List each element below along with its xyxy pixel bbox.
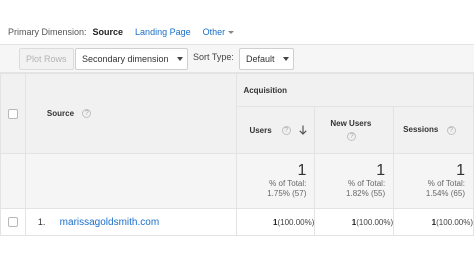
primary-dimension-source[interactable]: Source [93, 27, 124, 37]
row-users-pct: (100.00%) [277, 217, 315, 227]
dimension-header-label: Source [46, 108, 75, 118]
select-all-checkbox[interactable] [7, 108, 18, 119]
total-sessions-value: 1 [456, 162, 465, 179]
sort-type-dropdown[interactable]: Default [239, 48, 294, 70]
total-new-users-pct-label: % of Total: [347, 179, 386, 188]
row-sessions-pct: (100.00%) [436, 217, 473, 227]
primary-dimension-other[interactable]: Other [203, 27, 235, 37]
sort-type-value: Default [246, 54, 275, 64]
caret-down-icon [176, 57, 183, 61]
question-circle-icon[interactable]: ? [281, 125, 291, 135]
totals-label-cell [24, 153, 238, 209]
report-table: Source ? Acquisition Users ? New Users ? [0, 73, 474, 236]
total-sessions-pct-value: 1.54% (65) [425, 189, 465, 198]
totals-row: 1 % of Total: 1.75% (57) 1 % of Total: 1… [0, 153, 474, 209]
total-users-cell: 1 % of Total: 1.75% (57) [236, 153, 316, 209]
row-sessions-cell: 1(100.00%) [393, 208, 474, 236]
total-new-users-value: 1 [376, 162, 386, 179]
primary-dimension-landing-page[interactable]: Landing Page [135, 27, 191, 37]
dimension-header-cell[interactable]: Source ? [24, 73, 238, 154]
column-header-users-label: Users [249, 125, 272, 135]
row-users-cell: 1(100.00%) [236, 208, 316, 236]
row-new-users-pct: (100.00%) [356, 217, 394, 227]
primary-dimension-label: Primary Dimension: [8, 27, 87, 37]
select-all-cell [0, 73, 26, 154]
row-checkbox-cell [0, 208, 26, 236]
column-header-new-users[interactable]: New Users ? [314, 106, 395, 154]
caret-down-icon [282, 57, 289, 61]
column-header-users[interactable]: Users ? [236, 106, 316, 154]
row-source-cell: 1. marissagoldsmith.com [24, 208, 238, 236]
arrow-down-icon [299, 125, 307, 135]
question-circle-icon[interactable]: ? [82, 109, 92, 119]
total-new-users-pct-value: 1.82% (55) [346, 189, 386, 198]
column-header-sessions[interactable]: Sessions ? [393, 106, 474, 154]
acquisition-group-header: Acquisition [236, 73, 474, 107]
totals-checkbox-cell [0, 153, 26, 209]
row-checkbox[interactable] [7, 217, 18, 227]
primary-dimension-bar: Primary Dimension: Source Landing Page O… [8, 25, 235, 39]
plot-rows-button[interactable]: Plot Rows [19, 48, 74, 70]
plot-rows-label: Plot Rows [26, 54, 67, 64]
question-circle-icon[interactable]: ? [347, 131, 357, 141]
total-new-users-cell: 1 % of Total: 1.82% (55) [314, 153, 395, 209]
column-header-new-users-label: New Users [330, 119, 372, 129]
caret-down-icon [228, 30, 235, 34]
row-new-users-cell: 1(100.00%) [314, 208, 395, 236]
sort-type-label: Sort Type: [193, 52, 234, 62]
total-users-value: 1 [297, 162, 307, 179]
primary-dimension-other-label: Other [202, 27, 226, 37]
total-sessions-pct-label: % of Total: [427, 179, 465, 188]
secondary-dimension-dropdown[interactable]: Secondary dimension [75, 48, 188, 70]
total-users-pct-label: % of Total: [269, 179, 307, 188]
secondary-dimension-label: Secondary dimension [82, 54, 169, 64]
table-row: 1. marissagoldsmith.com 1(100.00%) 1(100… [0, 208, 474, 236]
row-source-link[interactable]: marissagoldsmith.com [60, 217, 159, 228]
total-sessions-cell: 1 % of Total: 1.54% (65) [393, 153, 474, 209]
question-circle-icon[interactable]: ? [446, 125, 456, 135]
acquisition-group-label: Acquisition [243, 85, 287, 95]
row-index: 1. [37, 216, 46, 227]
column-header-sessions-label: Sessions [403, 125, 439, 135]
total-users-pct-value: 1.75% (57) [267, 189, 307, 198]
